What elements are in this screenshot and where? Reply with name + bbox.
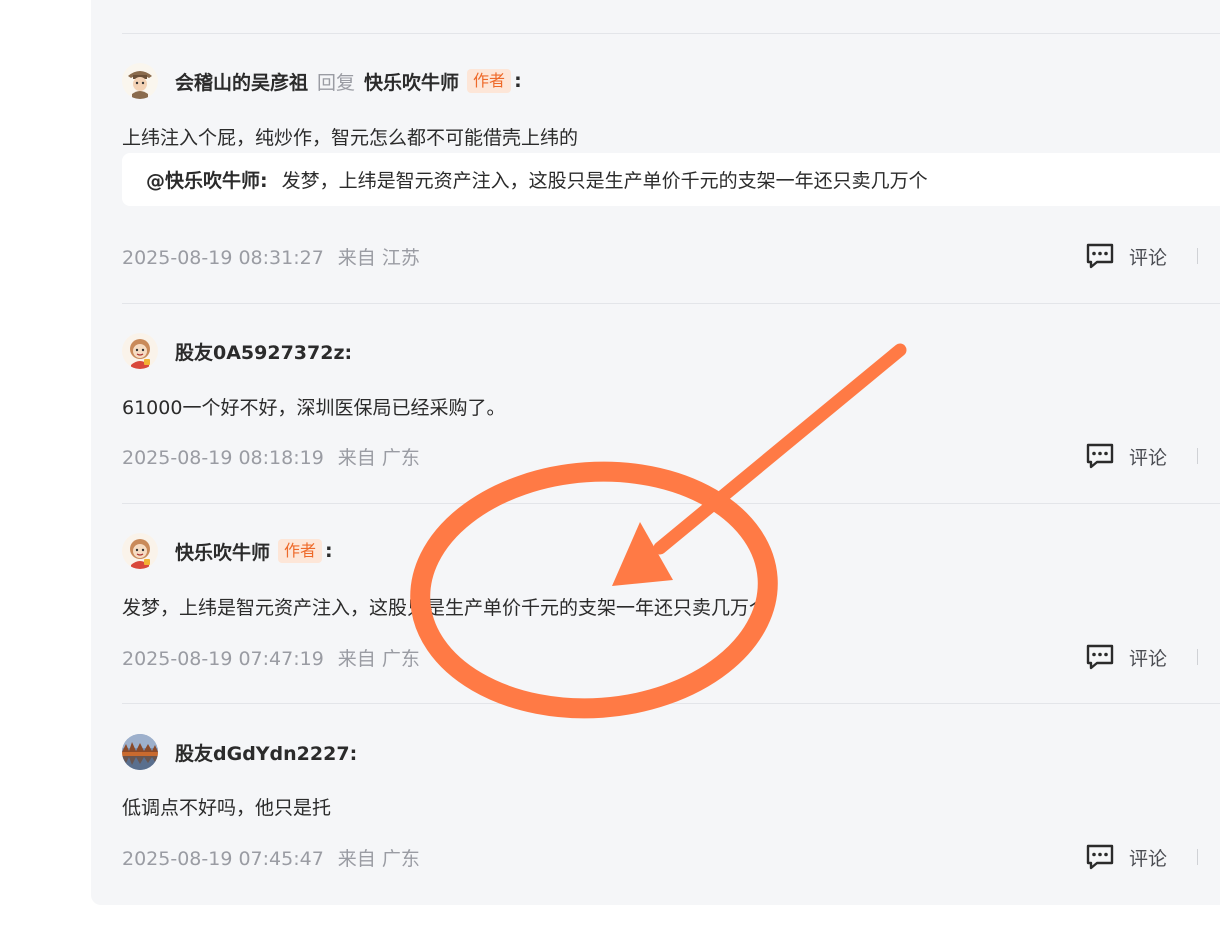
author-badge: 作者 (278, 539, 323, 563)
location-prefix: 来自 (337, 247, 376, 269)
avatar[interactable] (122, 533, 158, 569)
comment-button[interactable]: 评论 (1085, 843, 1167, 871)
location-prefix: 来自 (337, 648, 376, 670)
comment-header: 股友dGdYdn2227: (122, 733, 357, 771)
colon: : (325, 540, 333, 562)
comment-meta: 2025-08-19 08:31:27 来自 江苏 (122, 243, 420, 270)
location: 广东 (381, 848, 420, 870)
comment-meta: 2025-08-19 07:45:47 来自 广东 (122, 844, 420, 871)
timestamp: 2025-08-19 08:18:19 (122, 447, 324, 469)
location: 广东 (381, 447, 420, 469)
comment-icon (1085, 442, 1115, 470)
divider (122, 503, 1220, 504)
comment-icon (1085, 843, 1115, 871)
avatar[interactable] (122, 333, 158, 369)
author-badge: 作者 (467, 69, 512, 93)
comment-label: 评论 (1129, 647, 1168, 670)
timestamp: 2025-08-19 07:45:47 (122, 848, 324, 870)
divider (122, 33, 1220, 34)
comment-text: 61000一个好不好，深圳医保局已经采购了。 (122, 397, 506, 419)
location-prefix: 来自 (337, 447, 376, 469)
comment-button[interactable]: 评论 (1085, 643, 1167, 671)
comment-header: 会稽山的吴彦祖 回复 快乐吹牛师 作者 : (122, 62, 522, 100)
colon: : (514, 70, 522, 92)
username[interactable]: 会稽山的吴彦祖 (175, 68, 308, 95)
location: 广东 (381, 648, 420, 670)
action-separator (1197, 849, 1198, 865)
avatar[interactable] (122, 734, 158, 770)
comment-text: 发梦，上纬是智元资产注入，这股只是生产单价千元的支架一年还只卖几万个 (122, 597, 769, 619)
location: 江苏 (381, 247, 420, 269)
comment-header: 快乐吹牛师 作者 : (122, 532, 333, 570)
action-separator (1197, 448, 1198, 464)
comment-header: 股友0A5927372z: (122, 332, 352, 370)
location-prefix: 来自 (337, 848, 376, 870)
quoted-username[interactable]: @快乐吹牛师: (146, 170, 268, 192)
avatar[interactable] (122, 63, 158, 99)
reply-label: 回复 (317, 71, 356, 94)
comment-label: 评论 (1129, 446, 1168, 469)
comment-meta: 2025-08-19 07:47:19 来自 广东 (122, 644, 420, 671)
divider (122, 303, 1220, 304)
comment-label: 评论 (1129, 246, 1168, 269)
timestamp: 2025-08-19 08:31:27 (122, 247, 324, 269)
timestamp: 2025-08-19 07:47:19 (122, 648, 324, 670)
comment-button[interactable]: 评论 (1085, 442, 1167, 470)
comment-icon (1085, 643, 1115, 671)
comment-label: 评论 (1129, 847, 1168, 870)
username[interactable]: 股友0A5927372z: (175, 338, 352, 365)
comment-icon (1085, 242, 1115, 270)
action-separator (1197, 649, 1198, 665)
quoted-text: 发梦，上纬是智元资产注入，这股只是生产单价千元的支架一年还只卖几万个 (281, 170, 928, 192)
action-separator (1197, 248, 1198, 264)
quoted-comment[interactable]: @快乐吹牛师: 发梦，上纬是智元资产注入，这股只是生产单价千元的支架一年还只卖几万… (122, 153, 1220, 206)
reply-to-username[interactable]: 快乐吹牛师 (364, 68, 459, 95)
username[interactable]: 股友dGdYdn2227: (175, 739, 357, 766)
divider (122, 703, 1220, 704)
comment-meta: 2025-08-19 08:18:19 来自 广东 (122, 443, 420, 470)
comment-button[interactable]: 评论 (1085, 242, 1167, 270)
comment-text: 上纬注入个屁，纯炒作，智元怎么都不可能借壳上纬的 (122, 127, 579, 149)
comment-text: 低调点不好吗，他只是托 (122, 797, 332, 819)
username[interactable]: 快乐吹牛师 (175, 538, 270, 565)
